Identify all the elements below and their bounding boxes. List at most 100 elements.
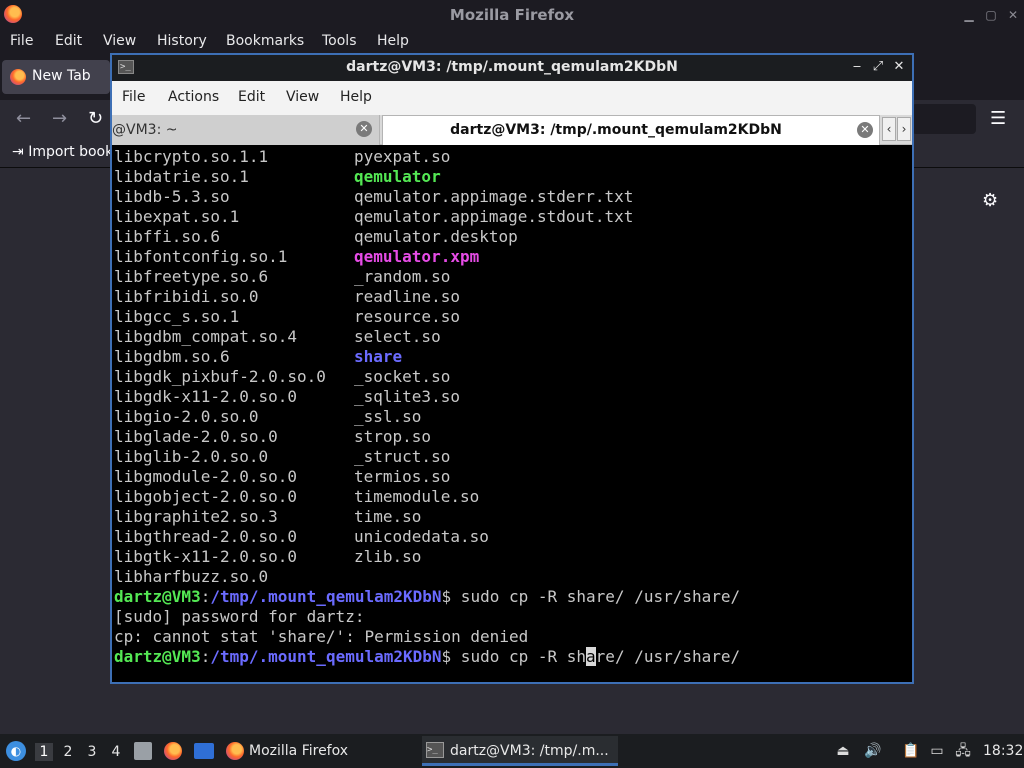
firefox-menubar: File Edit View History Bookmarks Tools H… — [0, 30, 1024, 54]
terminal-tab-label: @VM3: ~ — [112, 122, 178, 138]
workspace-3[interactable]: 3 — [83, 743, 101, 761]
prompt-line-1: dartz@VM3:/tmp/.mount_qemulam2KDbN$ sudo… — [114, 587, 740, 607]
import-bookmarks-label: Import book — [28, 144, 114, 160]
task-label: dartz@VM3: /tmp/.m... — [450, 743, 609, 759]
clipboard-icon[interactable]: 📋 — [902, 743, 919, 759]
listing-entry: unicodedata.so — [354, 527, 489, 546]
volume-icon[interactable]: 🔊 — [864, 743, 881, 759]
forward-arrow-icon[interactable]: → — [52, 108, 67, 129]
listing-entry: libgdk-x11-2.0.so.0 — [114, 387, 298, 406]
terminal-titlebar[interactable]: >_ dartz@VM3: /tmp/.mount_qemulam2KDbN ‒… — [112, 55, 912, 81]
listing-entry: zlib.so — [354, 547, 422, 566]
firefox-menu-bookmarks[interactable]: Bookmarks — [226, 33, 304, 49]
prompt-path: /tmp/.mount_qemulam2KDbN — [210, 647, 442, 666]
listing-entry: libfreetype.so.6 — [114, 267, 269, 286]
listing-entry: pyexpat.so — [354, 147, 451, 166]
terminal-tab-home[interactable]: @VM3: ~ ✕ — [112, 115, 380, 145]
reload-icon[interactable]: ↻ — [88, 108, 103, 129]
eject-icon[interactable]: ⏏ — [835, 743, 851, 759]
workspace-1[interactable]: 1 — [35, 743, 53, 761]
maximize-icon[interactable]: ▢ — [982, 6, 1000, 24]
firefox-menu-help[interactable]: Help — [377, 33, 409, 49]
gear-icon[interactable]: ⚙ — [982, 190, 998, 211]
command-text-rest: re/ /usr/share/ — [595, 647, 741, 666]
terminal-minimize-icon[interactable]: ‒ — [848, 58, 866, 76]
listing-entry: time.so — [354, 507, 422, 526]
listing-entry: libgdbm_compat.so.4 — [114, 327, 298, 346]
command-text: sudo cp -R share/ /usr/share/ — [451, 587, 741, 606]
terminal-tab-label: dartz@VM3: /tmp/.mount_qemulam2KDbN — [450, 122, 782, 138]
listing-entry: libfribidi.so.0 — [114, 287, 259, 306]
import-bookmarks-button[interactable]: ⇥ Import book — [12, 144, 113, 160]
listing-entry: libgtk-x11-2.0.so.0 — [114, 547, 298, 566]
listing-entry: qemulator — [354, 167, 441, 186]
prompt-user: dartz@VM3 — [114, 647, 201, 666]
listing-entry: libgio-2.0.so.0 — [114, 407, 259, 426]
listing-entry: termios.so — [354, 467, 451, 486]
terminal-menu-file[interactable]: File — [122, 89, 145, 105]
hamburger-menu-icon[interactable]: ☰ — [990, 108, 1006, 129]
prompt-user: dartz@VM3 — [114, 587, 201, 606]
firefox-tab-new-tab[interactable]: New Tab — [2, 60, 110, 94]
prompt-dollar: $ — [441, 587, 452, 606]
display-icon[interactable]: ▭ — [929, 743, 945, 759]
tab-close-icon[interactable]: ✕ — [857, 122, 873, 138]
start-menu-icon[interactable]: ◐ — [6, 741, 26, 761]
tab-scroll-right-icon[interactable]: › — [897, 117, 911, 141]
listing-entry: resource.so — [354, 307, 460, 326]
task-terminal[interactable]: >_ dartz@VM3: /tmp/.m... — [422, 736, 618, 766]
firefox-titlebar[interactable]: Mozilla Firefox ▁ ▢ ✕ — [0, 0, 1024, 30]
task-firefox[interactable]: Mozilla Firefox — [222, 736, 418, 766]
terminal-output[interactable]: libcrypto.so.1.1 pyexpat.so libdatrie.so.1… — [114, 147, 910, 682]
firefox-url-bar[interactable] — [912, 104, 976, 134]
prompt-separator: : — [200, 587, 211, 606]
terminal-maximize-icon[interactable]: ⤢ — [869, 58, 887, 76]
terminal-menu-view[interactable]: View — [286, 89, 319, 105]
minimize-icon[interactable]: ▁ — [960, 6, 978, 24]
listing-entry: libgraphite2.so.3 — [114, 507, 278, 526]
sudo-prompt-line: [sudo] password for dartz: — [114, 607, 365, 626]
listing-entry: _struct.so — [354, 447, 451, 466]
workspace-2[interactable]: 2 — [59, 743, 77, 761]
command-text: sudo cp -R sh — [451, 647, 587, 666]
desktop-icon[interactable] — [194, 743, 214, 759]
listing-entry: libgcc_s.so.1 — [114, 307, 240, 326]
firefox-menu-history[interactable]: History — [157, 33, 207, 49]
terminal-menu-edit[interactable]: Edit — [238, 89, 265, 105]
firefox-tab-icon — [10, 69, 26, 85]
listing-entry: timemodule.so — [354, 487, 480, 506]
listing-entry: share — [354, 347, 403, 366]
terminal-menu-actions[interactable]: Actions — [168, 89, 219, 105]
workspace-4[interactable]: 4 — [107, 743, 125, 761]
listing-entry: readline.so — [354, 287, 460, 306]
tab-close-icon[interactable]: ✕ — [356, 121, 372, 137]
terminal-task-icon: >_ — [426, 742, 444, 758]
firefox-menu-edit[interactable]: Edit — [55, 33, 82, 49]
terminal-close-icon[interactable]: ✕ — [890, 58, 908, 76]
firefox-launcher-icon[interactable] — [164, 742, 182, 760]
terminal-window: >_ dartz@VM3: /tmp/.mount_qemulam2KDbN ‒… — [110, 53, 914, 684]
listing-entry: qemulator.desktop — [354, 227, 518, 246]
listing-entry: _random.so — [354, 267, 451, 286]
file-manager-icon[interactable] — [134, 742, 152, 760]
network-icon[interactable]: 🖧 — [955, 743, 971, 759]
firefox-menu-file[interactable]: File — [10, 33, 33, 49]
error-line: cp: cannot stat 'share/': Permission den… — [114, 627, 529, 646]
clock: 18:32 — [983, 743, 1024, 759]
tab-scroll-left-icon[interactable]: ‹ — [882, 117, 896, 141]
close-icon[interactable]: ✕ — [1004, 6, 1022, 24]
terminal-tabbar: @VM3: ~ ✕ dartz@VM3: /tmp/.mount_qemulam… — [112, 115, 912, 145]
listing-entry: libharfbuzz.so.0 — [114, 567, 269, 586]
back-arrow-icon[interactable]: ← — [16, 108, 31, 129]
firefox-menu-tools[interactable]: Tools — [322, 33, 357, 49]
listing-entry: libcrypto.so.1.1 — [114, 147, 269, 166]
terminal-menubar: File Actions Edit View Help — [112, 81, 912, 115]
listing-entry: libgobject-2.0.so.0 — [114, 487, 298, 506]
terminal-menu-help[interactable]: Help — [340, 89, 372, 105]
listing-entry: libglade-2.0.so.0 — [114, 427, 278, 446]
prompt-line-2: dartz@VM3:/tmp/.mount_qemulam2KDbN$ sudo… — [114, 647, 740, 667]
prompt-separator: : — [200, 647, 211, 666]
terminal-tab-active[interactable]: dartz@VM3: /tmp/.mount_qemulam2KDbN ✕ — [382, 115, 880, 145]
task-label: Mozilla Firefox — [249, 743, 349, 759]
firefox-menu-view[interactable]: View — [103, 33, 136, 49]
